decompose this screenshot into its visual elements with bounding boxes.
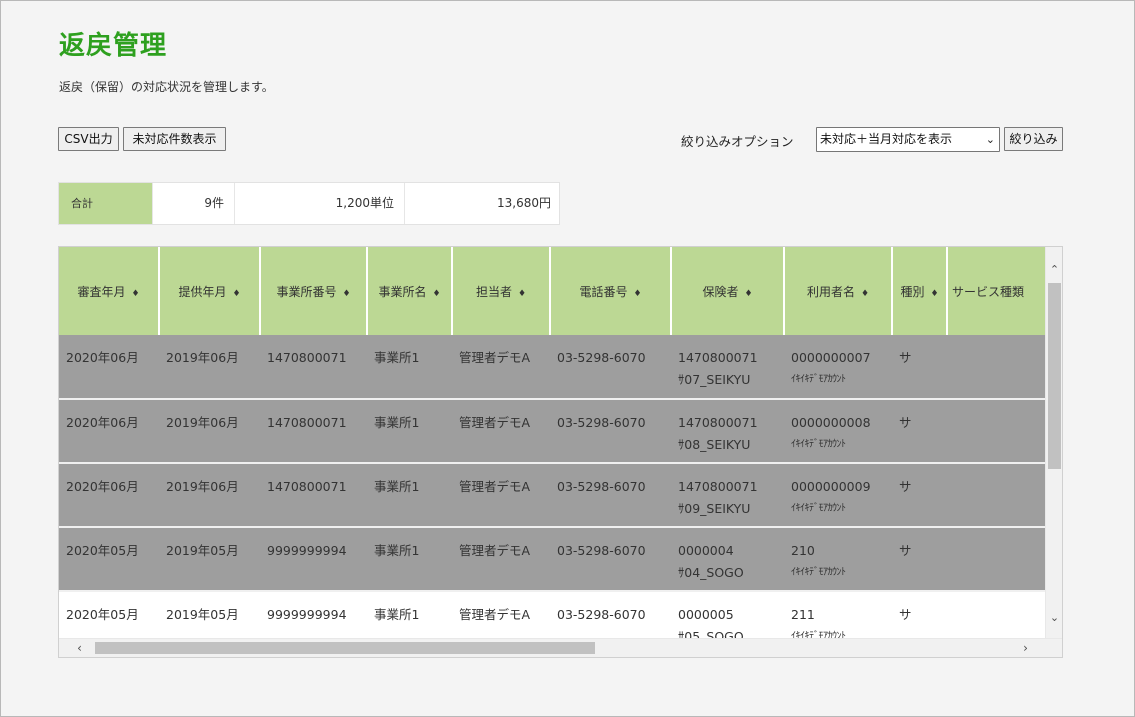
summary-bar: 合計 9件 1,200単位 13,680円	[58, 182, 560, 225]
sort-arrows-icon: ♦	[131, 288, 140, 299]
sort-arrows-icon: ♦	[342, 288, 351, 299]
column-header-provided-month[interactable]: 提供年月 ♦	[159, 247, 261, 335]
sort-arrows-icon: ♦	[432, 288, 441, 299]
table-row[interactable]: 2020年06月 2019年06月 1470800071 事業所1 管理者デモA…	[59, 463, 1046, 527]
table-row[interactable]: 2020年06月 2019年06月 1470800071 事業所1 管理者デモA…	[59, 335, 1046, 399]
page-container: 返戻管理 返戻（保留）の対応状況を管理します。 CSV出力 未対応件数表示 絞り…	[0, 0, 1135, 717]
sort-arrows-icon: ♦	[517, 288, 527, 299]
table-header-row: 審査年月 ♦ 提供年月 ♦ 事業所番号 ♦ 事業所名 ♦ 担当者 ♦ 電話番号 ♦ 保険者 ♦…	[59, 247, 1046, 335]
table-row[interactable]: 2020年05月 2019年05月 9999999994 事業所1 管理者デモA…	[59, 591, 1046, 640]
page-title: 返戻管理	[59, 31, 168, 61]
sort-arrows-icon: ♦	[633, 288, 642, 299]
chevron-down-icon: ⌄	[985, 133, 995, 146]
table-viewport: 審査年月 ♦ 提供年月 ♦ 事業所番号 ♦ 事業所名 ♦ 担当者 ♦ 電話番号 ♦ 保険者 ♦…	[59, 247, 1046, 640]
sort-arrows-icon: ♦	[232, 288, 241, 299]
filter-select-value: 未対応＋当月対応を表示	[820, 132, 953, 146]
summary-units: 1,200単位	[235, 183, 405, 224]
horizontal-scrollbar[interactable]: ‹ ›	[59, 638, 1062, 657]
column-header-phone[interactable]: 電話番号 ♦	[550, 247, 672, 335]
horizontal-scroll-thumb[interactable]	[95, 642, 595, 654]
sort-arrows-icon: ♦	[930, 288, 939, 299]
column-header-office-name[interactable]: 事業所名 ♦	[367, 247, 453, 335]
scroll-down-icon[interactable]: ⌄	[1046, 609, 1062, 626]
summary-yen: 13,680円	[497, 196, 551, 210]
summary-label: 合計	[59, 183, 153, 224]
unhandled-count-button[interactable]: 未対応件数表示	[123, 127, 226, 151]
filter-option-label: 絞り込みオプション	[681, 134, 794, 149]
scroll-up-icon[interactable]: ⌃	[1046, 261, 1062, 278]
filter-select[interactable]: 未対応＋当月対応を表示 ⌄	[816, 127, 1000, 152]
vertical-scrollbar[interactable]: ⌃ ⌄	[1045, 247, 1062, 640]
vertical-scroll-thumb[interactable]	[1048, 283, 1061, 469]
sort-arrows-icon: ♦	[860, 288, 870, 299]
column-header-kind[interactable]: 種別 ♦	[892, 247, 948, 335]
column-header-service-type[interactable]: サービス種類	[947, 247, 1046, 335]
page-description: 返戻（保留）の対応状況を管理します。	[59, 80, 274, 94]
column-header-review-month[interactable]: 審査年月 ♦	[59, 247, 160, 335]
results-table-container: 審査年月 ♦ 提供年月 ♦ 事業所番号 ♦ 事業所名 ♦ 担当者 ♦ 電話番号 ♦ 保険者 ♦…	[58, 246, 1063, 658]
csv-export-button[interactable]: CSV出力	[58, 127, 119, 151]
filter-button[interactable]: 絞り込み	[1004, 127, 1063, 151]
column-header-staff[interactable]: 担当者 ♦	[452, 247, 551, 335]
column-header-office-number[interactable]: 事業所番号 ♦	[260, 247, 368, 335]
results-table: 審査年月 ♦ 提供年月 ♦ 事業所番号 ♦ 事業所名 ♦ 担当者 ♦ 電話番号 ♦ 保険者 ♦…	[59, 247, 1046, 640]
summary-count: 9件	[153, 183, 235, 224]
sort-arrows-icon: ♦	[744, 288, 753, 299]
column-header-user-name[interactable]: 利用者名 ♦	[784, 247, 893, 335]
column-header-insurer[interactable]: 保険者 ♦	[671, 247, 785, 335]
table-row[interactable]: 2020年05月 2019年05月 9999999994 事業所1 管理者デモA…	[59, 527, 1046, 591]
scroll-left-icon[interactable]: ‹	[71, 639, 88, 657]
scroll-right-icon[interactable]: ›	[1017, 639, 1034, 657]
table-row[interactable]: 2020年06月 2019年06月 1470800071 事業所1 管理者デモA…	[59, 399, 1046, 463]
